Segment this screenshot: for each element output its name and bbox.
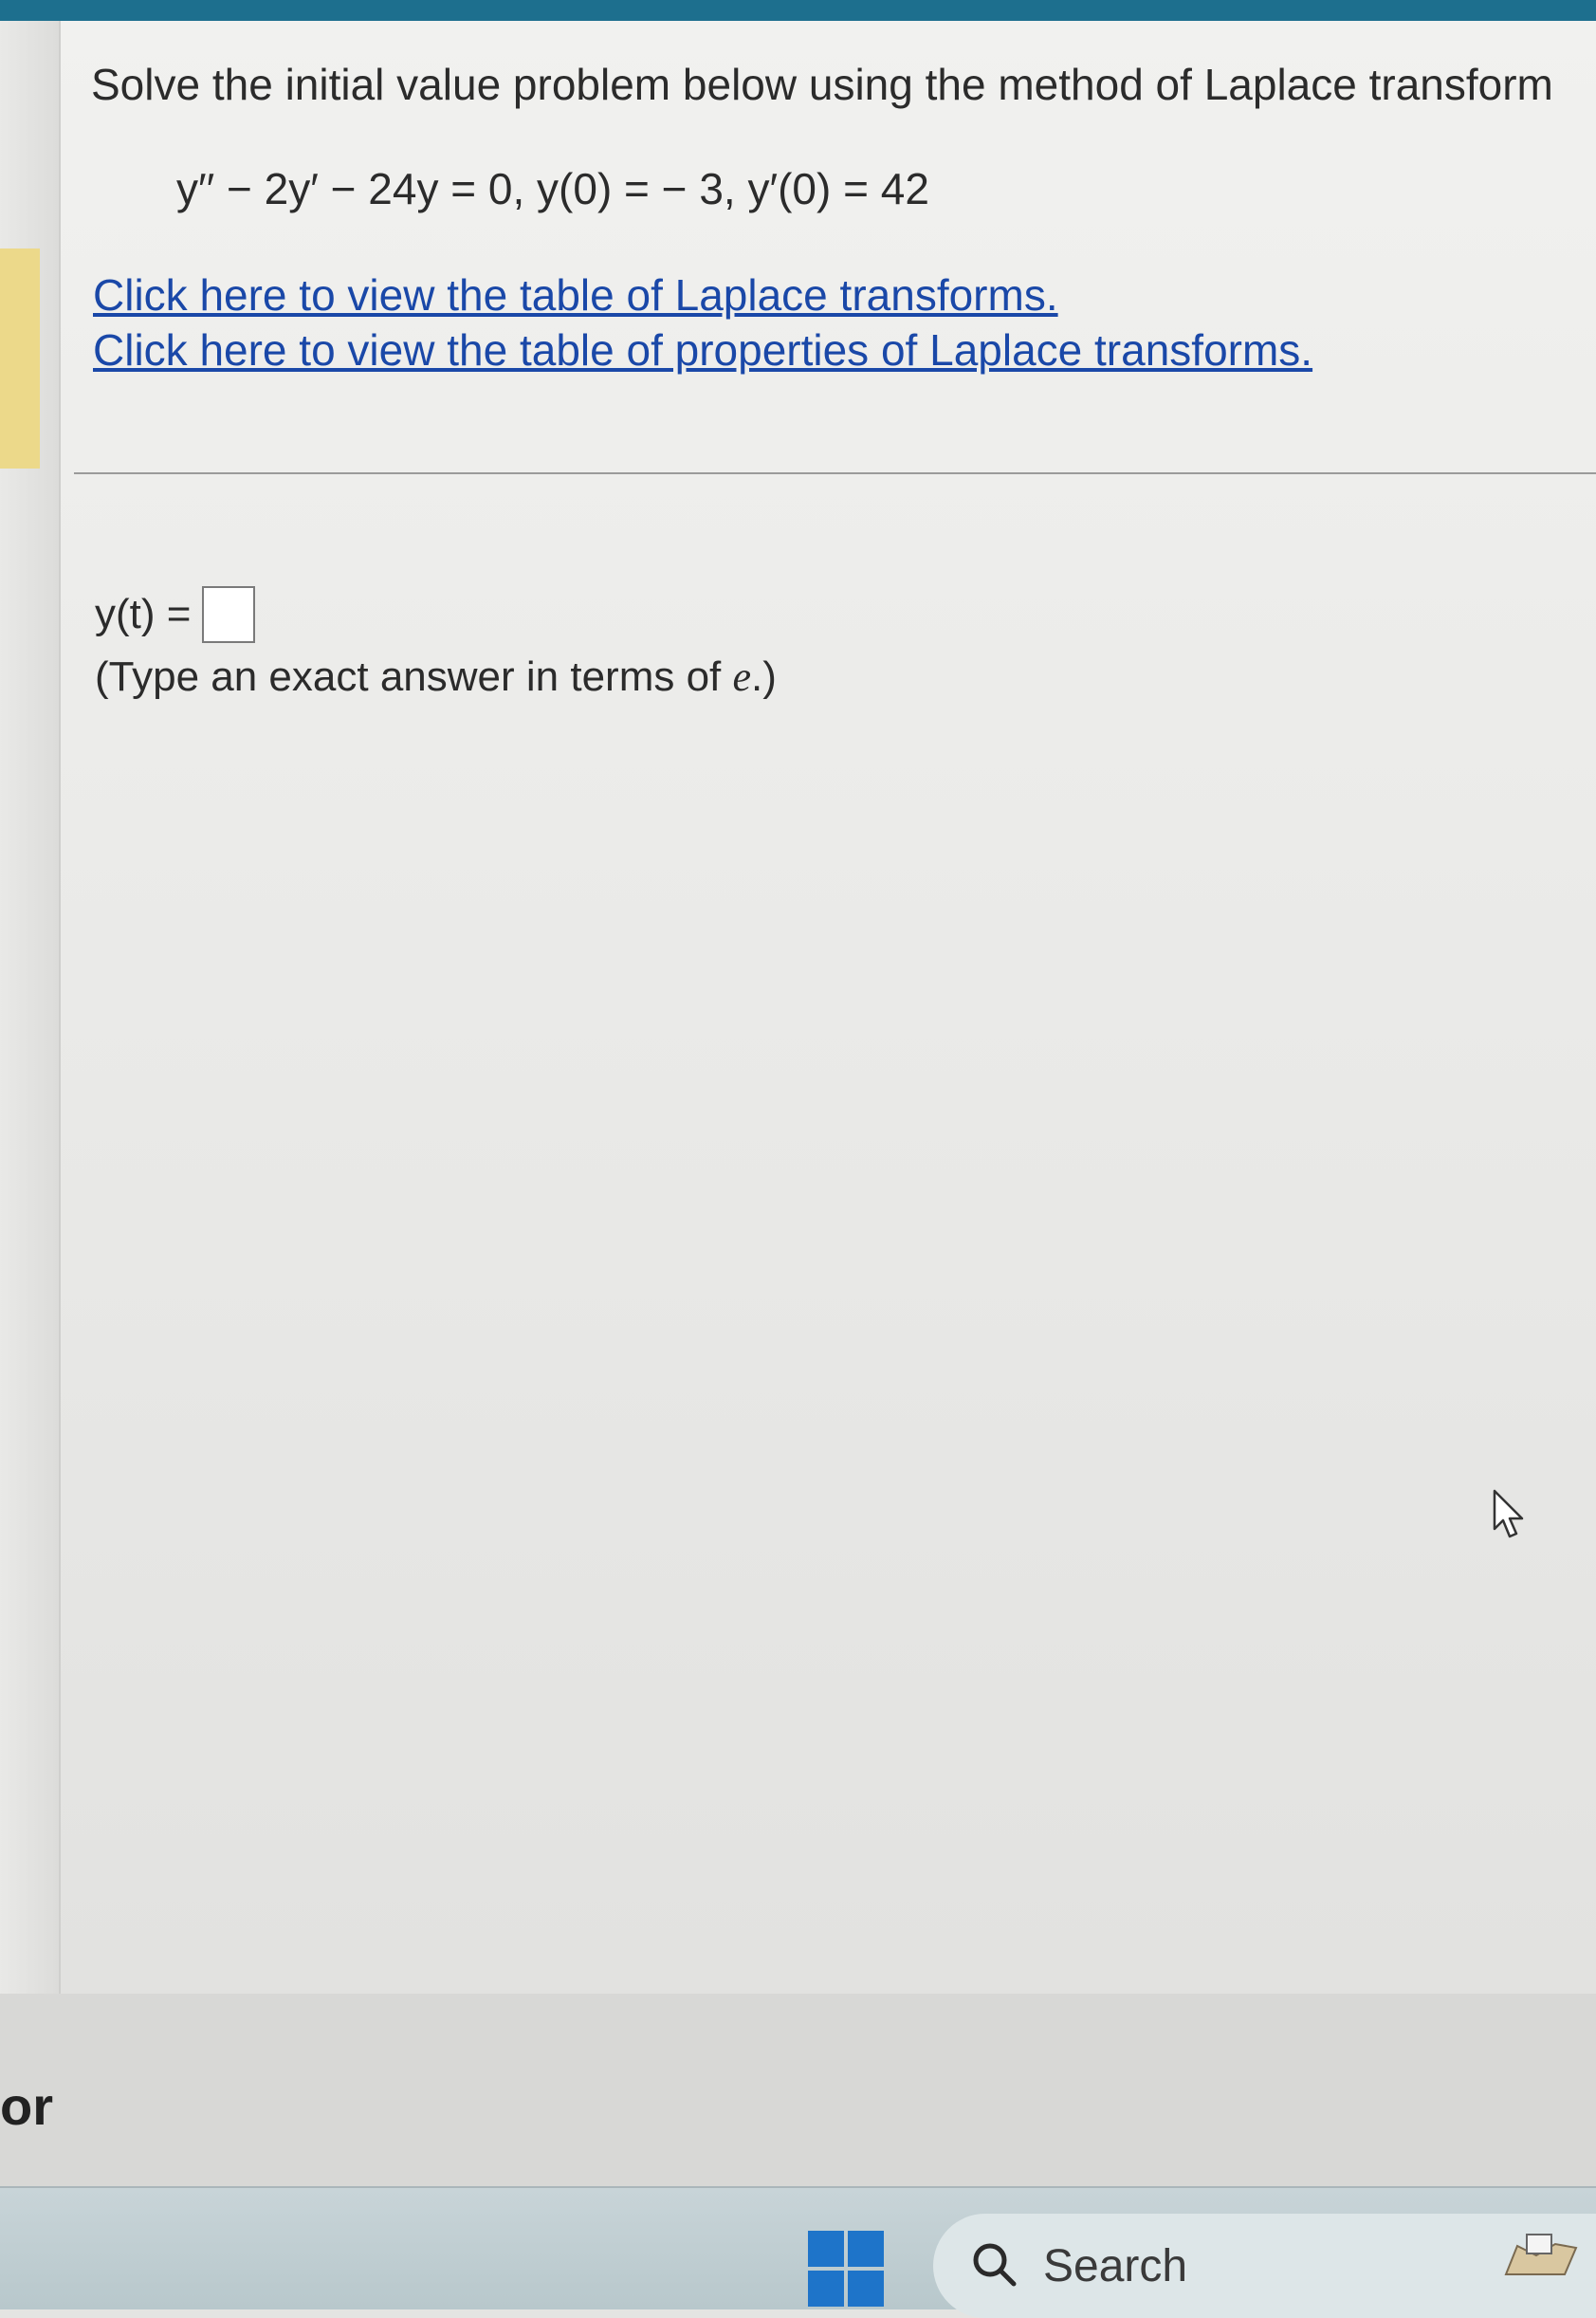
question-equation: y′′ − 2y′ − 24y = 0, y(0) = − 3, y′(0) =… bbox=[176, 164, 929, 213]
lower-screen-area bbox=[0, 1994, 1596, 2186]
hint-symbol: e bbox=[732, 653, 752, 700]
top-bar bbox=[0, 0, 1596, 21]
section-divider bbox=[74, 472, 1596, 474]
answer-label: y(t) = bbox=[95, 591, 192, 637]
search-label: Search bbox=[1043, 2240, 1188, 2291]
question-prompt: Solve the initial value problem below us… bbox=[91, 60, 1553, 109]
answer-row: y(t) = bbox=[95, 586, 256, 643]
hint-suffix: .) bbox=[751, 653, 777, 700]
windows-start-icon[interactable] bbox=[808, 2231, 886, 2308]
tray-app-icon[interactable] bbox=[1498, 2227, 1584, 2289]
answer-hint: (Type an exact answer in terms of e.) bbox=[95, 653, 777, 701]
edge-text-fragment: or bbox=[0, 2076, 53, 2136]
mouse-pointer-icon bbox=[1491, 1489, 1529, 1547]
hint-prefix: (Type an exact answer in terms of bbox=[95, 653, 733, 700]
search-icon bbox=[969, 2239, 1018, 2293]
link-table-laplace-transforms[interactable]: Click here to view the table of Laplace … bbox=[93, 269, 1058, 321]
link-table-laplace-properties[interactable]: Click here to view the table of properti… bbox=[93, 324, 1312, 376]
question-accent-bar bbox=[0, 248, 40, 469]
taskbar-search-box[interactable]: Search bbox=[933, 2214, 1596, 2318]
answer-input[interactable] bbox=[202, 586, 256, 643]
